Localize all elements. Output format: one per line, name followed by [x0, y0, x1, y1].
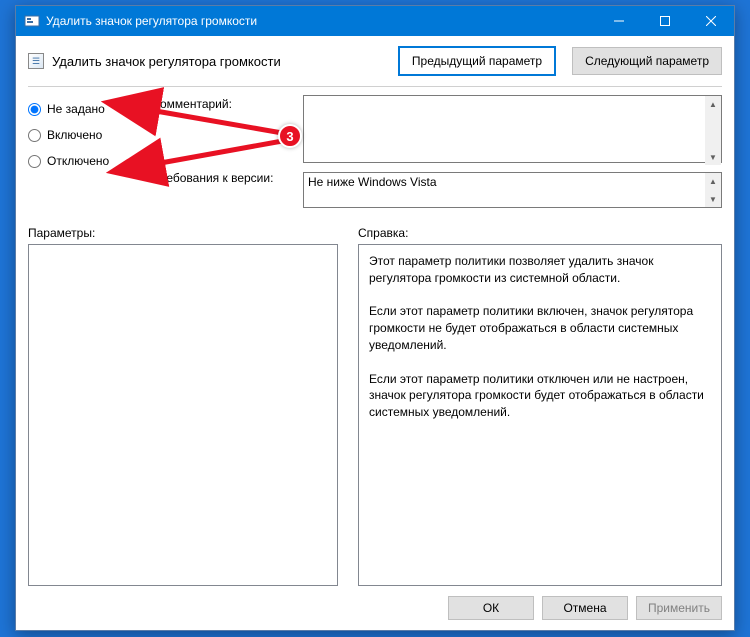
radio-disabled-input[interactable]	[28, 155, 41, 168]
radio-group: Не задано Включено Отключено	[28, 95, 153, 208]
radio-disabled-label: Отключено	[47, 154, 109, 168]
policy-editor-window: Удалить значок регулятора громкости ☰ Уд…	[15, 5, 735, 631]
params-label: Параметры:	[28, 226, 338, 240]
titlebar: Удалить значок регулятора громкости	[16, 6, 734, 36]
radio-disabled[interactable]: Отключено	[28, 154, 153, 168]
scroll-down-icon[interactable]: ▼	[705, 191, 721, 207]
radio-not-configured-label: Не задано	[47, 102, 105, 116]
minimize-button[interactable]	[596, 6, 642, 36]
params-pane	[28, 244, 338, 586]
requirements-label: Требования к версии:	[153, 171, 303, 185]
scroll-up-icon[interactable]: ▲	[705, 173, 721, 189]
radio-not-configured[interactable]: Не задано	[28, 102, 153, 116]
header-row: ☰ Удалить значок регулятора громкости Пр…	[28, 46, 722, 76]
radio-enabled-input[interactable]	[28, 129, 41, 142]
radio-enabled-label: Включено	[47, 128, 102, 142]
close-button[interactable]	[688, 6, 734, 36]
comment-scrollbox: ▲ ▼	[303, 95, 722, 166]
policy-heading: Удалить значок регулятора громкости	[52, 54, 382, 69]
requirements-value: Не ниже Windows Vista	[308, 175, 437, 189]
field-labels: Комментарий: Требования к версии:	[153, 95, 303, 208]
apply-button[interactable]: Применить	[636, 596, 722, 620]
ok-button[interactable]: ОК	[448, 596, 534, 620]
window-title: Удалить значок регулятора громкости	[46, 14, 596, 28]
next-setting-button[interactable]: Следующий параметр	[572, 47, 722, 75]
options-area: Не задано Включено Отключено Комментарий…	[28, 95, 722, 208]
footer-buttons: ОК Отмена Применить	[28, 586, 722, 620]
radio-enabled[interactable]: Включено	[28, 128, 153, 142]
radio-not-configured-input[interactable]	[28, 103, 41, 116]
policy-icon: ☰	[28, 53, 44, 69]
requirements-scrollbox: Не ниже Windows Vista ▲ ▼	[303, 172, 722, 208]
caption-buttons	[596, 6, 734, 36]
comment-label: Комментарий:	[153, 97, 303, 167]
requirements-field: Не ниже Windows Vista	[303, 172, 722, 208]
section-labels: Параметры: Справка:	[28, 226, 722, 240]
client-area: ☰ Удалить значок регулятора громкости Пр…	[16, 36, 734, 630]
help-label: Справка:	[358, 226, 408, 240]
divider	[28, 86, 722, 87]
help-text: Этот параметр политики позволяет удалить…	[369, 253, 711, 421]
panes-row: Этот параметр политики позволяет удалить…	[28, 244, 722, 586]
maximize-button[interactable]	[642, 6, 688, 36]
field-inputs: ▲ ▼ Не ниже Windows Vista ▲ ▼	[303, 95, 722, 208]
app-icon	[24, 13, 40, 29]
cancel-button[interactable]: Отмена	[542, 596, 628, 620]
help-pane: Этот параметр политики позволяет удалить…	[358, 244, 722, 586]
previous-setting-button[interactable]: Предыдущий параметр	[398, 46, 556, 76]
scroll-up-icon[interactable]: ▲	[705, 96, 721, 112]
comment-input[interactable]	[303, 95, 722, 163]
scroll-down-icon[interactable]: ▼	[705, 149, 721, 165]
